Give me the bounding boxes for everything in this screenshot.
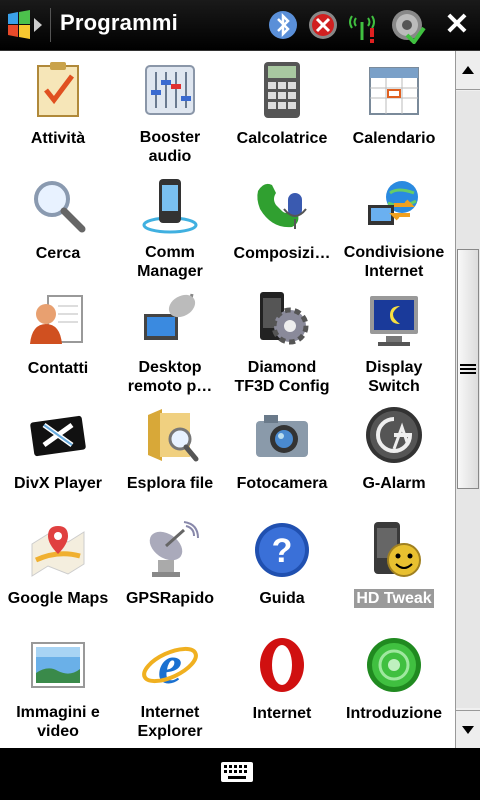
program-item[interactable]: Internet [226,626,338,741]
tasks-icon [25,57,91,123]
scroll-thumb[interactable] [457,249,479,489]
program-item[interactable]: Diamond TF3D Config [226,281,338,396]
program-label: Guida [259,590,305,607]
program-list: Attività Booster audio Calcolatrice Calenda… [0,51,455,748]
title-separator [50,8,51,42]
program-label: Cerca [35,245,81,262]
program-label: Google Maps [7,590,109,607]
close-icon[interactable]: ✕ [438,6,476,44]
program-item[interactable]: Composizi… [226,166,338,281]
program-item[interactable]: Calcolatrice [226,51,338,166]
program-item[interactable]: Condivisione Internet [338,166,450,281]
signal-icon[interactable] [344,6,382,44]
page-title: Programmi [60,10,178,35]
program-item[interactable]: Calendario [338,51,450,166]
program-label: DivX Player [13,475,103,492]
google-maps-icon [25,517,91,583]
program-label: Introduzione [346,705,442,722]
calculator-icon [249,57,315,123]
program-item[interactable]: GPSRapido [114,511,226,626]
program-label: Desktop remoto p… [127,359,213,395]
program-label: Display Switch [365,359,423,395]
program-item[interactable]: Comm Manager [114,166,226,281]
program-label: Immagini e video [16,704,100,740]
svg-text:e: e [158,635,182,695]
calendar-icon [361,57,427,123]
help-icon: ? [249,517,315,583]
bottom-bar [0,748,480,800]
program-item[interactable]: Display Switch [338,281,450,396]
opera-icon [249,632,315,698]
gps-icon [137,517,203,583]
grip-icon [460,364,476,374]
arrow-up-icon [462,66,474,74]
program-label: Comm Manager [137,244,203,280]
internet-explorer-icon: e [137,632,203,697]
program-item[interactable]: Booster audio [114,51,226,166]
windows-start-icon[interactable] [4,6,44,44]
g-alarm-icon [361,402,427,468]
scroll-down-button[interactable] [456,710,480,749]
file-explorer-icon [137,402,203,468]
search-icon [25,172,91,238]
connection-error-icon[interactable] [304,6,342,44]
svg-text:?: ? [272,532,293,570]
program-label: Fotocamera [236,475,328,492]
program-label: Condivisione Internet [343,244,445,280]
program-item[interactable]: HD Tweak [338,511,450,626]
internet-sharing-icon [361,172,427,237]
program-item[interactable]: Contatti [2,281,114,396]
audio-booster-icon [137,57,203,122]
getting-started-icon [361,632,427,698]
program-label: Attività [30,130,86,147]
scroll-up-button[interactable] [456,51,480,90]
divx-player-icon [25,402,91,468]
program-label: Diamond TF3D Config [234,359,330,395]
program-label: Calendario [352,130,436,147]
program-item[interactable]: Attività [2,51,114,166]
program-label: Contatti [27,360,89,377]
program-item[interactable]: G-Alarm [338,396,450,511]
program-label: G-Alarm [362,475,426,492]
contacts-icon [25,287,91,353]
arrow-down-icon [462,726,474,734]
program-item[interactable]: ? Guida [226,511,338,626]
program-item[interactable]: Cerca [2,166,114,281]
program-label: Internet Explorer [137,704,203,740]
bluetooth-icon[interactable] [264,6,302,44]
comm-manager-icon [137,172,203,237]
program-item[interactable]: Google Maps [2,511,114,626]
display-switch-icon [361,287,427,352]
program-label: HD Tweak [354,589,434,608]
scrollbar[interactable] [455,51,480,749]
remote-desktop-icon [137,287,203,352]
camera-icon [249,402,315,468]
voice-dial-icon [249,172,315,238]
program-label: Calcolatrice [236,130,328,147]
program-label: GPSRapido [125,590,214,607]
title-bar: Programmi ✕ [0,0,480,51]
program-label: Composizi… [233,245,331,262]
pictures-videos-icon [25,632,91,697]
program-item[interactable]: Immagini e video [2,626,114,741]
program-item[interactable]: Introduzione [338,626,450,741]
program-item[interactable]: Esplora file [114,396,226,511]
program-label: Internet [252,705,312,722]
program-item[interactable]: Desktop remoto p… [114,281,226,396]
keyboard-icon[interactable] [220,758,254,786]
program-item[interactable]: e Internet Explorer [114,626,226,741]
hd-tweak-icon [361,517,427,583]
program-label: Esplora file [126,475,214,492]
tf3d-config-icon [249,287,315,352]
program-item[interactable]: DivX Player [2,396,114,511]
program-item[interactable]: Fotocamera [226,396,338,511]
program-label: Booster audio [139,129,201,165]
volume-icon[interactable] [388,6,426,46]
scroll-track[interactable] [456,91,480,708]
